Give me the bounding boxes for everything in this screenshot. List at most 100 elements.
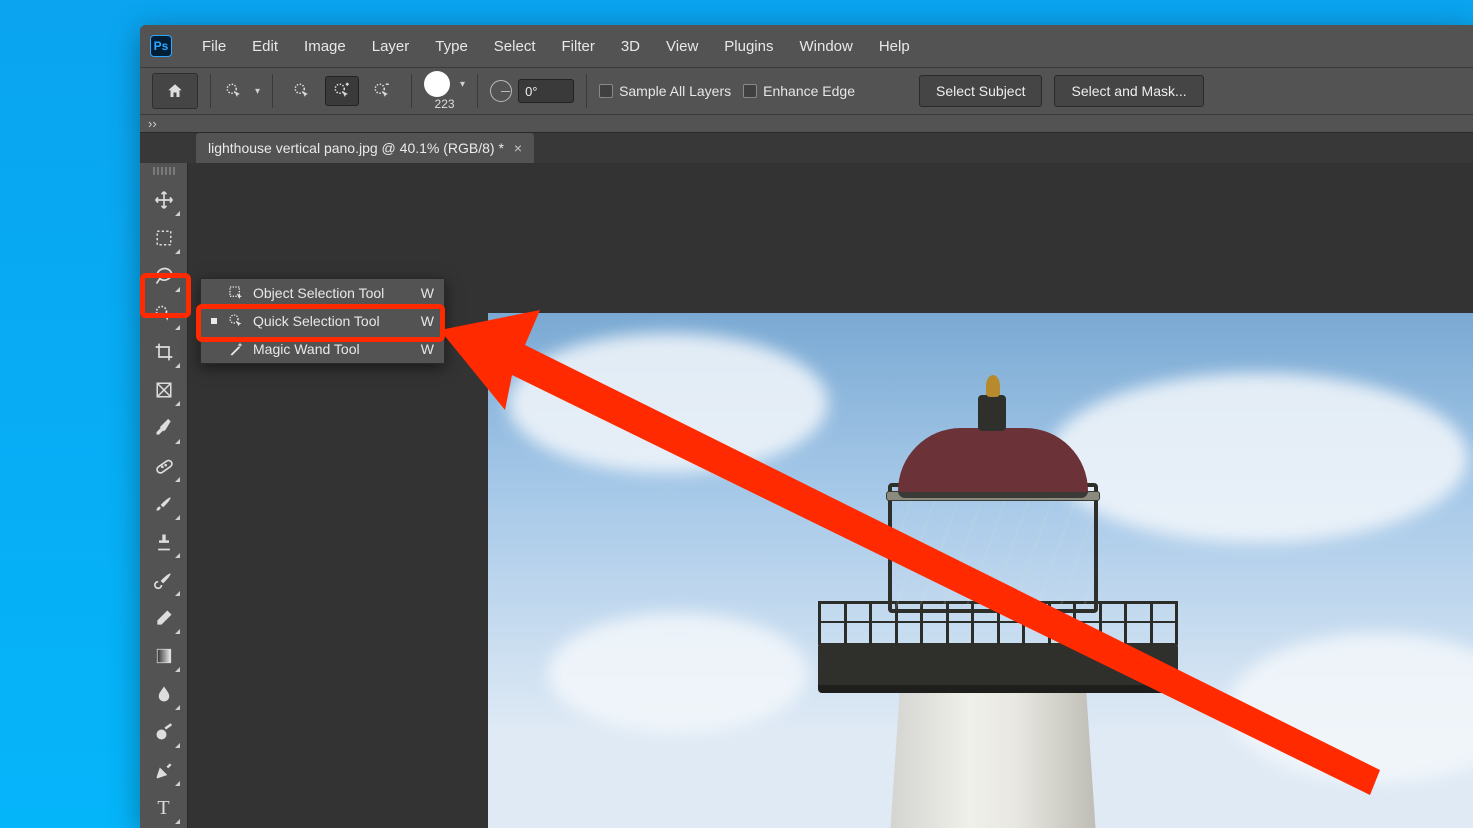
eraser-tool[interactable] xyxy=(145,599,183,637)
object-selection-icon xyxy=(227,285,245,301)
options-bar: ▾ ▾ 223 xyxy=(140,67,1473,115)
frame-tool[interactable] xyxy=(145,371,183,409)
marquee-tool[interactable] xyxy=(145,219,183,257)
brush-picker[interactable]: ▾ 223 xyxy=(424,71,465,111)
home-button[interactable] xyxy=(152,73,198,109)
brush-subtract-icon xyxy=(372,82,392,100)
pen-icon xyxy=(154,760,174,780)
document-tab-bar: lighthouse vertical pano.jpg @ 40.1% (RG… xyxy=(140,133,1473,163)
chevron-down-icon: ▾ xyxy=(460,79,465,90)
quick-selection-tool[interactable] xyxy=(145,295,183,333)
home-icon xyxy=(166,82,184,100)
gradient-tool[interactable] xyxy=(145,637,183,675)
close-tab-button[interactable]: × xyxy=(514,140,522,156)
type-tool[interactable]: T xyxy=(145,789,183,827)
frame-icon xyxy=(155,381,173,399)
move-tool[interactable] xyxy=(145,181,183,219)
menu-help[interactable]: Help xyxy=(869,34,920,59)
add-to-selection-button[interactable] xyxy=(325,76,359,106)
flyout-shortcut: W xyxy=(421,313,434,329)
expander-icon: ›› xyxy=(148,116,157,131)
history-brush-tool[interactable] xyxy=(145,561,183,599)
new-selection-button[interactable] xyxy=(285,76,319,106)
pen-tool[interactable] xyxy=(145,751,183,789)
separator xyxy=(477,74,478,108)
marquee-icon xyxy=(155,229,173,247)
brush-icon xyxy=(154,494,174,514)
magic-wand-icon xyxy=(227,341,245,357)
flyout-label: Magic Wand Tool xyxy=(253,341,413,357)
flyout-quick-selection[interactable]: Quick Selection Tool W xyxy=(201,307,444,335)
enhance-edge-option[interactable]: Enhance Edge xyxy=(743,83,855,99)
stamp-tool[interactable] xyxy=(145,523,183,561)
selection-tool-flyout: Object Selection Tool W Quick Selection … xyxy=(200,278,445,364)
stamp-icon xyxy=(154,532,174,552)
separator xyxy=(586,74,587,108)
tool-preset-dropdown[interactable]: ▾ xyxy=(223,82,260,100)
flyout-label: Object Selection Tool xyxy=(253,285,413,301)
menu-file[interactable]: File xyxy=(192,34,236,59)
angle-dial-icon[interactable] xyxy=(490,80,512,102)
brush-add-icon xyxy=(332,82,352,100)
enhance-edge-label: Enhance Edge xyxy=(763,83,855,99)
brush-size-label: 223 xyxy=(435,97,455,111)
photoshop-logo-icon: Ps xyxy=(150,35,172,57)
brush-preview-icon xyxy=(424,71,450,97)
menubar: Ps File Edit Image Layer Type Select Fil… xyxy=(140,25,1473,67)
menu-type[interactable]: Type xyxy=(425,34,478,59)
tools-panel: T xyxy=(140,163,188,828)
flyout-label: Quick Selection Tool xyxy=(253,313,413,329)
eyedropper-tool[interactable] xyxy=(145,409,183,447)
flyout-object-selection[interactable]: Object Selection Tool W xyxy=(201,279,444,307)
document-tab[interactable]: lighthouse vertical pano.jpg @ 40.1% (RG… xyxy=(196,133,534,163)
lasso-icon xyxy=(154,266,174,286)
selection-mode-group xyxy=(285,76,399,106)
sample-all-layers-checkbox[interactable] xyxy=(599,84,613,98)
active-indicator xyxy=(211,290,217,296)
eyedropper-icon xyxy=(154,418,174,438)
photoshop-window: Ps File Edit Image Layer Type Select Fil… xyxy=(140,25,1473,828)
droplet-icon xyxy=(155,684,173,704)
separator xyxy=(210,74,211,108)
menu-plugins[interactable]: Plugins xyxy=(714,34,783,59)
brush-tool[interactable] xyxy=(145,485,183,523)
separator xyxy=(411,74,412,108)
panel-grip-icon[interactable] xyxy=(148,167,180,177)
blur-tool[interactable] xyxy=(145,675,183,713)
healing-brush-tool[interactable] xyxy=(145,447,183,485)
menu-edit[interactable]: Edit xyxy=(242,34,288,59)
panel-expander[interactable]: ›› xyxy=(140,115,1473,133)
workspace: T xyxy=(140,163,1473,828)
select-and-mask-button[interactable]: Select and Mask... xyxy=(1054,75,1203,107)
flyout-shortcut: W xyxy=(421,341,434,357)
flyout-shortcut: W xyxy=(421,285,434,301)
document-image xyxy=(488,313,1473,828)
enhance-edge-checkbox[interactable] xyxy=(743,84,757,98)
active-indicator xyxy=(211,318,217,324)
sample-all-layers-label: Sample All Layers xyxy=(619,83,731,99)
menu-view[interactable]: View xyxy=(656,34,708,59)
chevron-down-icon: ▾ xyxy=(255,86,260,97)
menu-select[interactable]: Select xyxy=(484,34,546,59)
menu-layer[interactable]: Layer xyxy=(362,34,420,59)
menu-window[interactable]: Window xyxy=(789,34,862,59)
history-brush-icon xyxy=(154,570,174,590)
flyout-magic-wand[interactable]: Magic Wand Tool W xyxy=(201,335,444,363)
sample-all-layers-option[interactable]: Sample All Layers xyxy=(599,83,731,99)
dodge-tool[interactable] xyxy=(145,713,183,751)
brush-angle-input[interactable] xyxy=(518,79,574,103)
menu-image[interactable]: Image xyxy=(294,34,356,59)
eraser-icon xyxy=(154,608,174,628)
lasso-tool[interactable] xyxy=(145,257,183,295)
quick-selection-icon xyxy=(227,313,245,329)
subtract-from-selection-button[interactable] xyxy=(365,76,399,106)
canvas-area[interactable] xyxy=(188,163,1473,828)
menu-filter[interactable]: Filter xyxy=(552,34,605,59)
crop-icon xyxy=(154,342,174,362)
menu-3d[interactable]: 3D xyxy=(611,34,650,59)
select-subject-button[interactable]: Select Subject xyxy=(919,75,1043,107)
quick-selection-icon xyxy=(223,82,245,100)
type-icon: T xyxy=(157,797,169,820)
active-indicator xyxy=(211,346,217,352)
crop-tool[interactable] xyxy=(145,333,183,371)
